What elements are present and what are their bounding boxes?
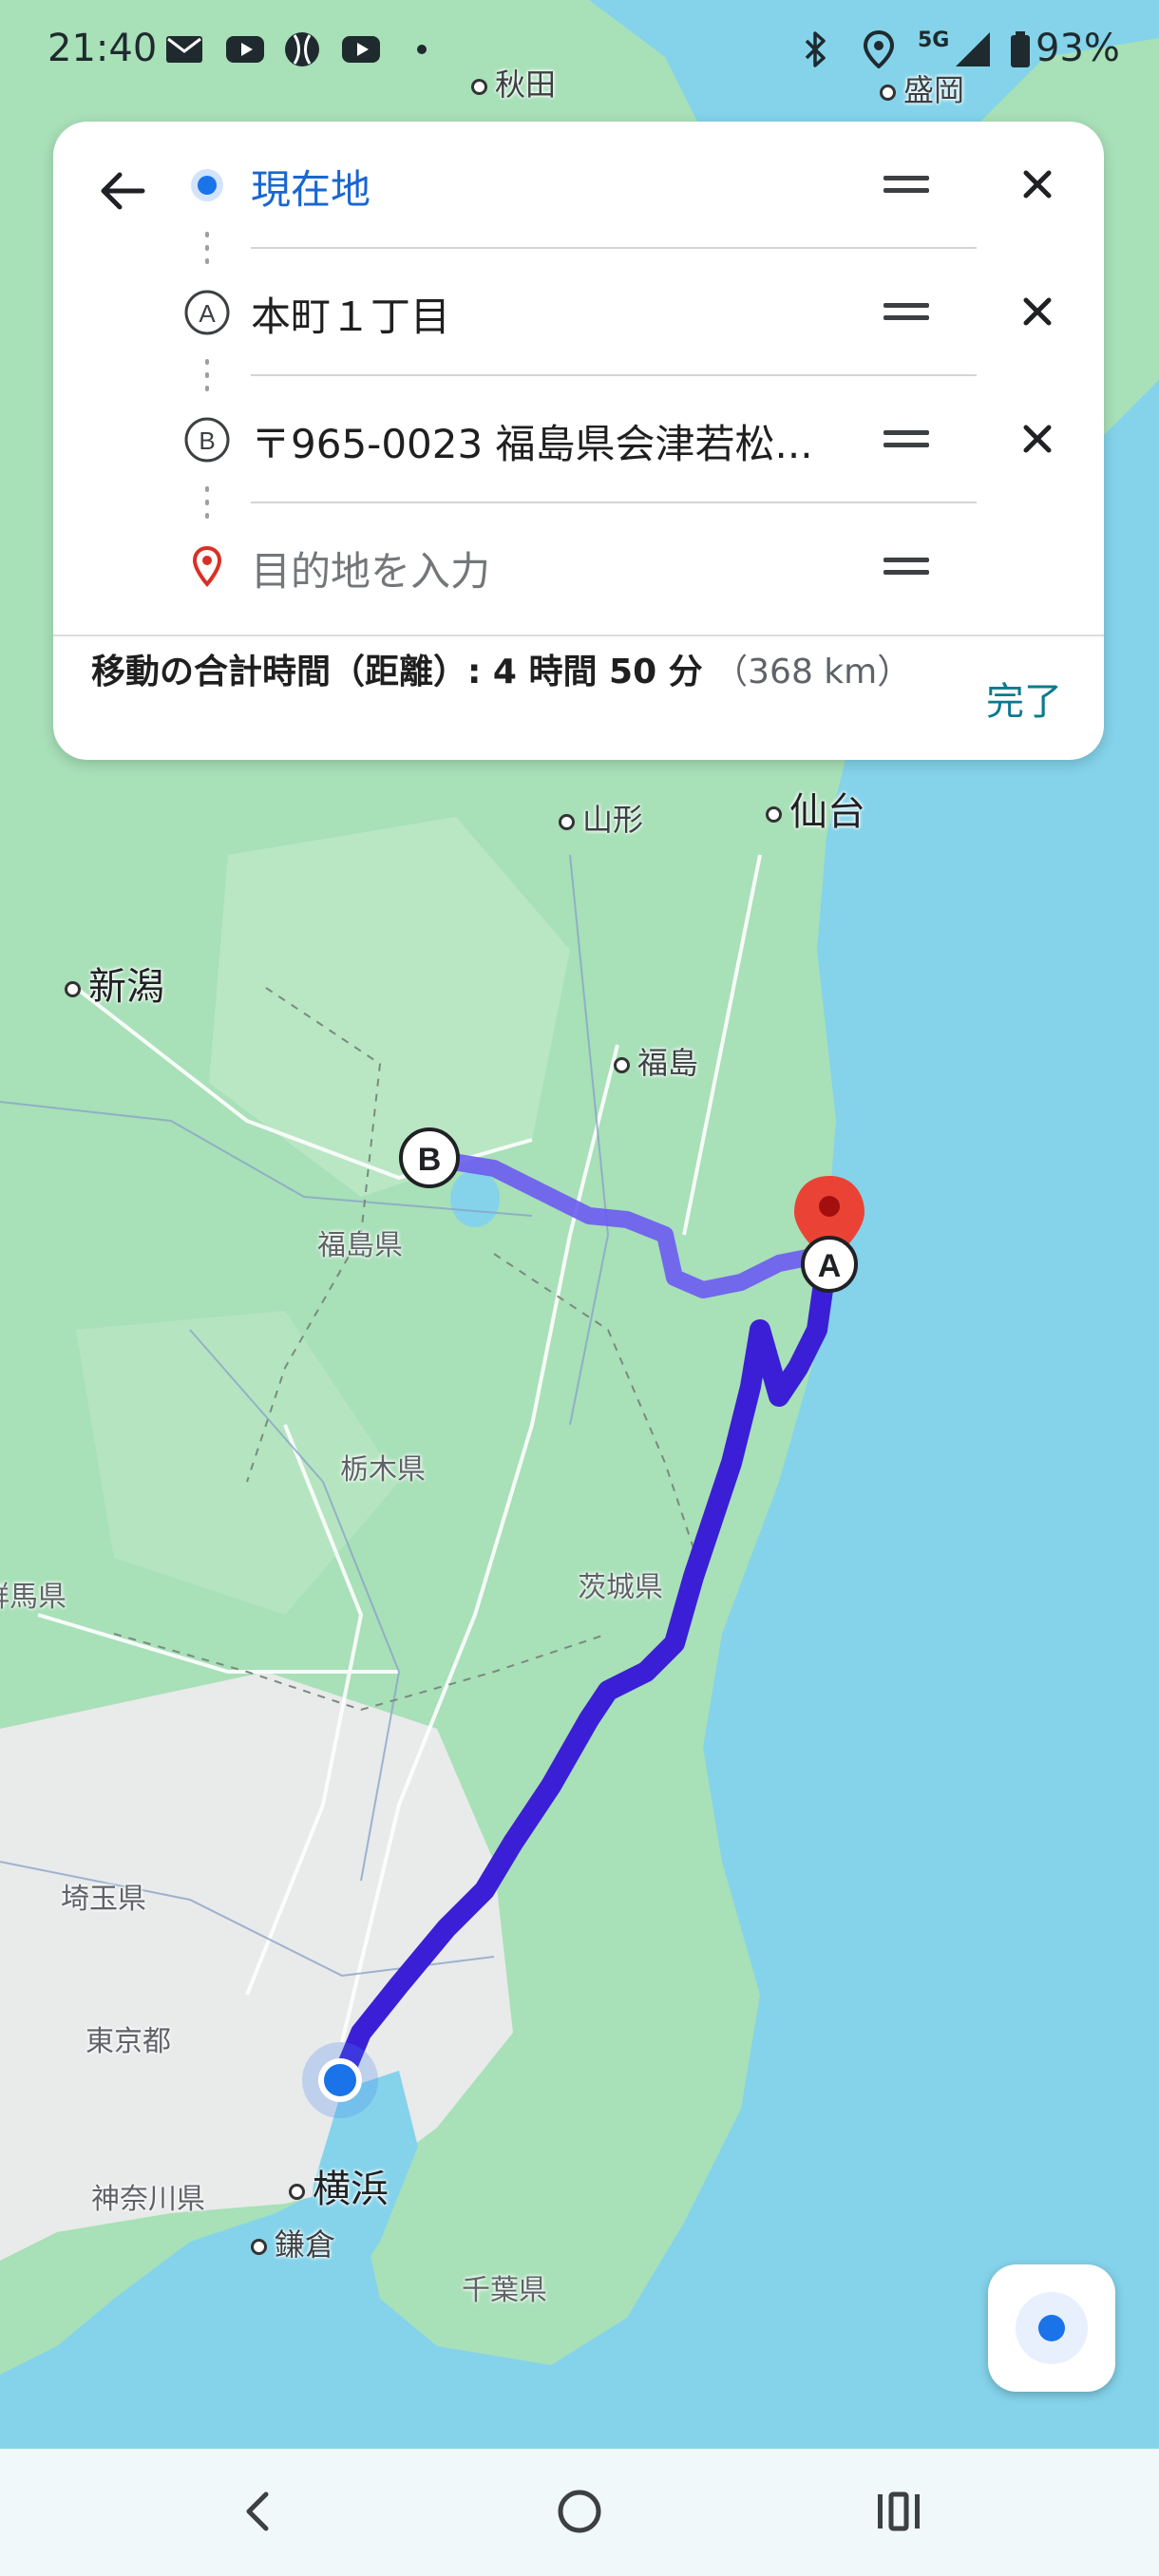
- place-label-kanagawa-pref: 神奈川県: [91, 2183, 205, 2216]
- place-label-chiba-pref: 千葉県: [462, 2274, 547, 2307]
- place-label-kamakura: 鎌倉: [251, 2221, 335, 2264]
- place-label-ibaraki-pref: 茨城県: [578, 1571, 663, 1604]
- baseball-icon: [285, 32, 319, 66]
- status-bar: 21:40 5G 93%: [0, 0, 1159, 103]
- place-label-yokohama: 横浜: [289, 2158, 389, 2213]
- origin-label[interactable]: 現在地: [251, 158, 370, 216]
- card-divider: [53, 635, 1104, 636]
- place-label-saitama-pref: 埼玉県: [61, 1883, 146, 1916]
- dot-icon: [417, 45, 427, 54]
- stop-a-row[interactable]: A 本町１丁目: [53, 249, 1104, 376]
- close-icon[interactable]: [1013, 287, 1062, 336]
- signal-icon: [956, 32, 990, 66]
- current-location-icon: [191, 169, 223, 201]
- drag-handle-icon[interactable]: [880, 422, 933, 456]
- destination-input[interactable]: 目的地を入力: [251, 540, 490, 597]
- location-icon: [863, 30, 895, 68]
- drag-handle-icon[interactable]: [880, 549, 933, 583]
- back-icon[interactable]: [230, 2483, 287, 2540]
- place-label-gunma-pref: 群馬県: [0, 1581, 66, 1614]
- drag-handle-icon[interactable]: [880, 294, 933, 329]
- done-button[interactable]: 完了: [986, 671, 1062, 726]
- youtube-icon: [342, 36, 380, 63]
- stop-b-row[interactable]: B 〒965-0023 福島県会津若松...: [53, 376, 1104, 503]
- directions-card: 現在地 A 本町１丁目 B 〒965-0023 福島県会津若松... 目的地を入…: [53, 122, 1104, 760]
- stop-b-marker-icon: B: [184, 417, 230, 463]
- place-label-yamagata: 山形: [559, 796, 643, 840]
- place-label-sendai: 仙台: [766, 781, 865, 836]
- place-label-tochigi-pref: 栃木県: [340, 1453, 426, 1487]
- destination-pin-icon: [192, 545, 222, 588]
- close-icon[interactable]: [1013, 160, 1062, 209]
- bluetooth-icon: [805, 31, 826, 67]
- place-label-tokyo: 東京都: [86, 2025, 171, 2058]
- network-type: 5G: [918, 28, 950, 52]
- stop-a-label[interactable]: 本町１丁目: [251, 285, 450, 343]
- place-label-fukushima-pref: 福島県: [317, 1229, 403, 1262]
- destination-row[interactable]: 目的地を入力: [53, 503, 1104, 631]
- battery-icon: [1011, 31, 1030, 67]
- mail-icon: [166, 36, 202, 63]
- my-location-icon: [1016, 2292, 1088, 2364]
- svg-text:B: B: [199, 426, 215, 455]
- stop-a-marker-icon: A: [184, 290, 230, 335]
- recents-icon[interactable]: [870, 2483, 927, 2540]
- status-time: 21:40: [48, 27, 158, 70]
- close-icon[interactable]: [1013, 414, 1062, 464]
- route-marker-a-label: A: [818, 1248, 842, 1284]
- route-marker-b-label: B: [418, 1142, 442, 1178]
- svg-text:A: A: [199, 299, 216, 328]
- youtube-icon: [226, 36, 264, 63]
- trip-summary: 移動の合計時間（距離）: 4 時間 50 分 （368 km）: [91, 646, 927, 699]
- drag-handle-icon[interactable]: [880, 167, 933, 201]
- my-location-button[interactable]: [988, 2264, 1115, 2392]
- origin-row[interactable]: 現在地: [53, 122, 1104, 249]
- trip-summary-distance: （368 km）: [713, 653, 912, 691]
- trip-summary-time: 移動の合計時間（距離）: 4 時間 50 分: [91, 653, 703, 691]
- place-label-fukushima: 福島: [614, 1039, 698, 1083]
- system-nav-bar: [0, 2449, 1159, 2576]
- battery-percent: 93%: [1036, 27, 1120, 70]
- home-icon[interactable]: [551, 2483, 608, 2540]
- stop-b-label[interactable]: 〒965-0023 福島県会津若松...: [251, 412, 813, 470]
- current-location-dot: [318, 2058, 362, 2102]
- place-label-niigata: 新潟: [65, 956, 164, 1011]
